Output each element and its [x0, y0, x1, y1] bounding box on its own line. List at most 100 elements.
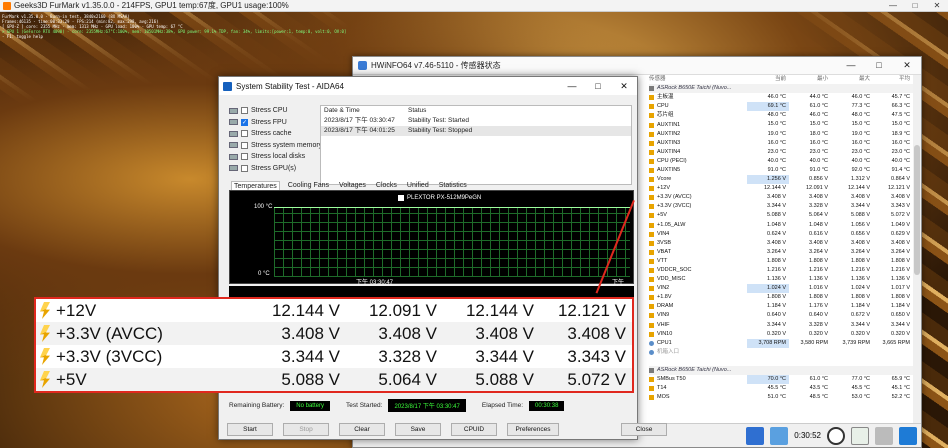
sensor-row[interactable]: +1.8V 1.808 V 1.808 V 1.808 V 1.808 V: [649, 293, 913, 302]
preferences-button[interactable]: Preferences: [507, 423, 559, 436]
sensor-row[interactable]: DRAM 1.184 V 1.176 V 1.184 V 1.184 V: [649, 302, 913, 311]
sensor-row[interactable]: VBAT 3.264 V 3.264 V 3.264 V 3.264 V: [649, 248, 913, 257]
log-time: 2023/8/17 下午 03:30:47: [324, 117, 395, 124]
value-avg: 3.264 V: [891, 248, 910, 255]
stress-option[interactable]: Stress local disks: [229, 151, 322, 163]
sensor-row[interactable]: VTT 1.808 V 1.808 V 1.808 V 1.808 V: [649, 257, 913, 266]
cpuid-button[interactable]: CPUID: [451, 423, 497, 436]
sensor-row[interactable]: +12V 12.144 V 12.091 V 12.144 V 12.121 V: [649, 184, 913, 193]
stop-button[interactable]: Stop: [283, 423, 329, 436]
close-icon[interactable]: ✕: [893, 60, 921, 71]
minimize-icon[interactable]: —: [837, 60, 865, 71]
chip-icon: [649, 86, 654, 92]
close-icon[interactable]: ✕: [926, 1, 948, 10]
sensor-row[interactable]: 主板温 46.0 °C 44.0 °C 46.0 °C 45.7 °C: [649, 93, 913, 102]
stress-checkbox[interactable]: [241, 141, 248, 149]
sensor-row[interactable]: VHIF 3.344 V 3.328 V 3.344 V 3.344 V: [649, 321, 913, 330]
sensor-row[interactable]: CPU (PECI) 40.0 °C 40.0 °C 40.0 °C 40.0 °C: [649, 157, 913, 166]
start-button[interactable]: Start: [227, 423, 273, 436]
stress-checkbox[interactable]: [241, 130, 248, 138]
sensor-row[interactable]: Vcore 1.256 V 0.856 V 1.312 V 0.864 V: [649, 175, 913, 185]
sensor-row[interactable]: 芯片组 48.0 °C 46.0 °C 48.0 °C 47.5 °C: [649, 111, 913, 120]
clock-reset-icon[interactable]: [827, 426, 845, 445]
zoom-value-max: 3.408 V: [475, 323, 534, 343]
column-header-sensor[interactable]: 传感器: [649, 75, 747, 84]
sensor-label: VIN4: [657, 230, 670, 237]
value-min: 0.320 V: [809, 330, 828, 337]
stress-checkbox[interactable]: [241, 107, 248, 115]
sensor-row[interactable]: AUXTIN5 91.0 °C 91.0 °C 92.0 °C 91.4 °C: [649, 166, 913, 175]
value-current: 1.024 V: [747, 284, 789, 294]
sensors-network-icon[interactable]: [770, 426, 789, 445]
log-row[interactable]: 2023/8/17 下午 04:01:25 Stability Test: St…: [321, 126, 631, 136]
sensor-row[interactable]: +1.05_ALW 1.048 V 1.048 V 1.056 V 1.049 V: [649, 221, 913, 230]
sensor-row[interactable]: VIN4 0.624 V 0.616 V 0.656 V 0.629 V: [649, 230, 913, 239]
sensor-row[interactable]: +3.3V (3VCC) 3.344 V 3.328 V 3.344 V 3.343 V: [649, 202, 913, 211]
value-current: 15.0 °C: [767, 121, 786, 128]
log-header-status[interactable]: Status: [408, 106, 631, 116]
log-row[interactable]: 2023/8/17 下午 03:30:47 Stability Test: St…: [321, 116, 631, 126]
sensor-row[interactable]: CPU1 3,708 RPM 3,580 RPM 3,739 RPM 3,665 RPM: [649, 338, 913, 348]
maximize-icon[interactable]: □: [865, 60, 893, 71]
maximize-icon[interactable]: □: [585, 81, 611, 92]
stress-option[interactable]: Stress system memory: [229, 140, 322, 152]
sensor-row[interactable]: CPU 69.1 °C 61.0 °C 77.3 °C 66.3 °C: [649, 102, 913, 112]
network-icon[interactable]: [746, 426, 765, 445]
settings-icon[interactable]: [875, 426, 893, 445]
stress-option[interactable]: Stress CPU: [229, 105, 322, 117]
value-max: 46.0 °C: [851, 94, 870, 101]
value-max: 3.408 V: [851, 239, 870, 246]
sensor-row[interactable]: AUXTIN4 23.0 °C 23.0 °C 23.0 °C 23.0 °C: [649, 148, 913, 157]
column-header-min[interactable]: 最小: [789, 75, 831, 84]
column-header-max[interactable]: 最大: [831, 75, 873, 84]
stress-checkbox[interactable]: [241, 164, 248, 172]
value-current: 16.0 °C: [767, 139, 786, 146]
sensor-group-row[interactable]: ASRock B650E Taichi (Nuvo...: [649, 366, 913, 376]
close-icon[interactable]: ✕: [611, 81, 637, 92]
sensor-icon: [649, 240, 654, 246]
close-button[interactable]: Close: [621, 423, 667, 436]
sensor-name: AUXTIN4: [649, 148, 747, 157]
log-header-datetime[interactable]: Date & Time: [324, 106, 408, 116]
stress-option[interactable]: ✓ Stress FPU: [229, 117, 322, 129]
sensor-row[interactable]: VDD_MISC 1.136 V 1.136 V 1.136 V 1.136 V: [649, 275, 913, 284]
sensor-row[interactable]: AUXTIN3 16.0 °C 16.0 °C 16.0 °C 16.0 °C: [649, 139, 913, 148]
close-sensors-icon[interactable]: [899, 426, 917, 445]
sensor-icon: [649, 222, 654, 228]
sensor-row[interactable]: VDDCR_SOC 1.216 V 1.216 V 1.216 V 1.216 V: [649, 266, 913, 275]
stress-checkbox[interactable]: [241, 153, 248, 161]
sensor-group-row[interactable]: ASRock B650E Taichi (Nuvo...: [649, 84, 913, 94]
sensor-row[interactable]: MOS 51.0 °C 48.5 °C 53.0 °C 52.2 °C: [649, 393, 913, 402]
sensor-scrollbar[interactable]: [913, 75, 921, 431]
maximize-icon[interactable]: □: [904, 1, 926, 10]
column-header-avg[interactable]: 平均: [873, 75, 913, 84]
scrollbar-thumb[interactable]: [914, 145, 920, 275]
save-button[interactable]: Save: [395, 423, 441, 436]
legend-checkbox[interactable]: [398, 195, 404, 201]
value-avg: 52.2 °C: [891, 394, 910, 401]
clear-button[interactable]: Clear: [339, 423, 385, 436]
sensor-row[interactable]: +5V 5.088 V 5.064 V 5.088 V 5.072 V: [649, 211, 913, 220]
stress-option[interactable]: Stress GPU(s): [229, 163, 322, 175]
sensor-row[interactable]: AUXTIN2 19.0 °C 18.0 °C 19.0 °C 18.9 °C: [649, 130, 913, 139]
sensor-row[interactable]: [649, 357, 913, 366]
sensor-row[interactable]: 3VSB 3.408 V 3.408 V 3.408 V 3.408 V: [649, 239, 913, 248]
minimize-icon[interactable]: —: [559, 81, 585, 92]
log-time: 2023/8/17 下午 04:01:25: [324, 127, 395, 134]
sensor-label: T14: [657, 385, 667, 392]
sensor-row[interactable]: SMBus T50 70.0 °C 61.0 °C 77.0 °C 65.9 °C: [649, 375, 913, 385]
sensor-row[interactable]: VIN10 0.320 V 0.320 V 0.320 V 0.320 V: [649, 330, 913, 339]
sensor-row[interactable]: 机箱入口: [649, 348, 913, 357]
stress-checkbox[interactable]: ✓: [241, 118, 248, 126]
minimize-icon[interactable]: —: [882, 1, 904, 10]
sensor-row[interactable]: +3.3V (AVCC) 3.408 V 3.408 V 3.408 V 3.408 V: [649, 193, 913, 202]
report-icon[interactable]: [851, 426, 869, 445]
sensor-row[interactable]: VIN9 0.640 V 0.640 V 0.672 V 0.650 V: [649, 311, 913, 320]
sensor-row[interactable]: AUXTIN1 15.0 °C 15.0 °C 15.0 °C 15.0 °C: [649, 120, 913, 129]
value-min: 12.091 V: [805, 185, 828, 192]
sensor-row[interactable]: T14 45.5 °C 43.5 °C 45.5 °C 45.1 °C: [649, 384, 913, 393]
column-header-current[interactable]: 当前: [747, 75, 789, 84]
stress-option[interactable]: Stress cache: [229, 128, 322, 140]
sensor-row[interactable]: VIN2 1.024 V 1.016 V 1.024 V 1.017 V: [649, 284, 913, 294]
sensor-name: [649, 357, 747, 366]
